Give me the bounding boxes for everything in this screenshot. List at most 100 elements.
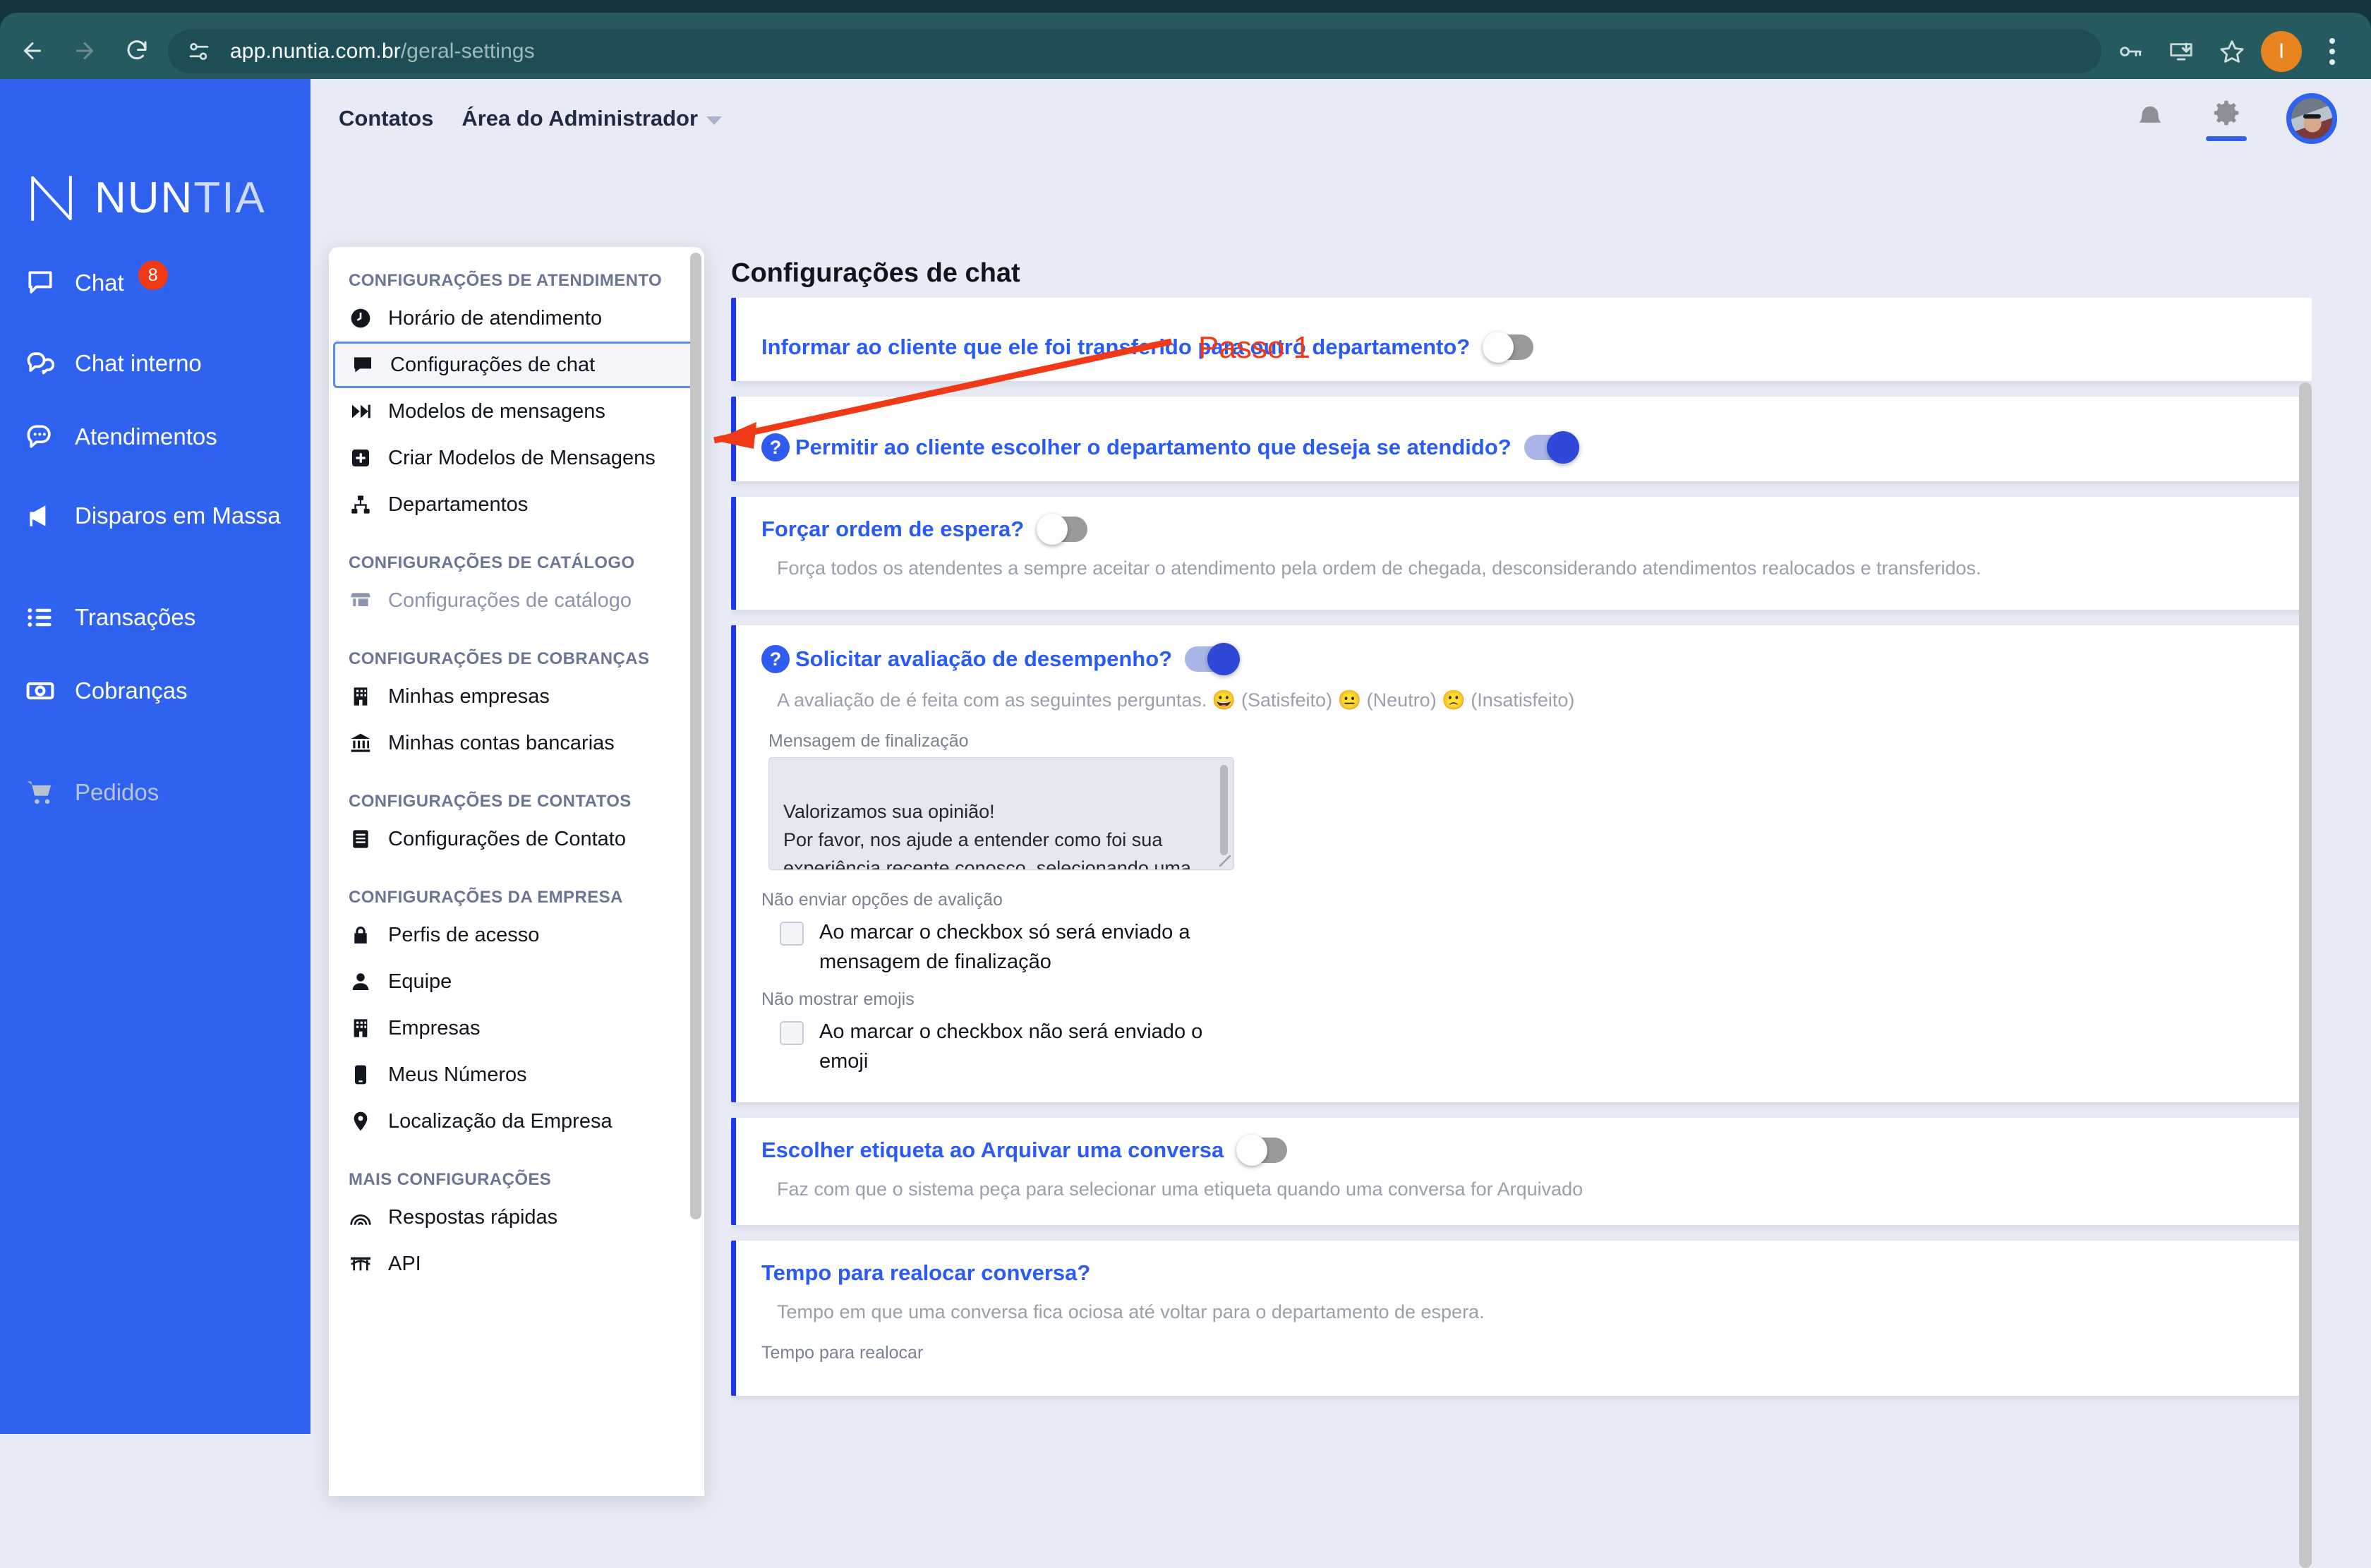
lock-icon — [349, 923, 373, 947]
menu-item-perfis-de-acesso[interactable]: Perfis de acesso — [333, 912, 700, 958]
toggle-informar-transferencia[interactable] — [1483, 332, 1534, 363]
browser-chrome: app.nuntia.com.br/geral-settings I — [0, 0, 2371, 79]
menu-item-equipe[interactable]: Equipe — [333, 958, 700, 1005]
sidebar-item-cobrancas[interactable]: Cobranças — [24, 668, 292, 714]
avatar[interactable] — [2286, 93, 2337, 144]
menu-item-label: Configurações de Contato — [388, 827, 626, 850]
help-icon[interactable]: ? — [761, 433, 790, 462]
topbar-link-contatos[interactable]: Contatos — [339, 106, 433, 131]
chrome-profile-avatar[interactable]: I — [2261, 31, 2302, 72]
page-title: Configurações de chat — [731, 258, 1020, 288]
star-icon[interactable] — [2212, 31, 2252, 72]
menu-item-label: API — [388, 1252, 421, 1275]
toggle-solicitar-avaliacao[interactable] — [1185, 643, 1241, 675]
sidebar-item-atendimentos[interactable]: Atendimentos — [24, 414, 292, 460]
menu-item-label: Departamentos — [388, 493, 529, 516]
checkbox-row-nao-mostrar-emojis[interactable]: Ao marcar o checkbox não será enviado o … — [780, 1017, 2283, 1076]
sidebar-item-chat-interno[interactable]: Chat interno — [24, 340, 292, 387]
key-icon[interactable] — [2110, 31, 2151, 72]
top-bar-actions — [2134, 93, 2337, 144]
menu-item-modelos-de-mensagens[interactable]: Modelos de mensagens — [333, 388, 700, 435]
sidebar-item-label: Atendimentos — [75, 423, 217, 450]
settings-section-title: MAIS CONFIGURAÇÕES — [349, 1170, 552, 1189]
reload-icon[interactable] — [117, 31, 157, 71]
checkbox-nao-enviar-opcoes[interactable] — [780, 922, 804, 946]
menu-item-label: Empresas — [388, 1016, 481, 1039]
menu-item-criar-modelos-de-mensagens[interactable]: Criar Modelos de Mensagens — [333, 435, 700, 481]
topbar-admin-area-dropdown[interactable]: Área do Administrador — [461, 106, 723, 131]
finalization-message-textarea[interactable]: Valorizamos sua opinião! Por favor, nos … — [768, 757, 1234, 870]
omnibox-url-text: app.nuntia.com.br/geral-settings — [230, 40, 535, 64]
rainbow-icon — [349, 1205, 373, 1229]
main-content: Configurações de chat Informar ao client… — [721, 158, 2337, 1568]
phone-icon — [349, 1063, 373, 1087]
checkbox-row-nao-enviar-opcoes[interactable]: Ao marcar o checkbox só será enviado a m… — [780, 917, 2283, 977]
sidebar-item-disparos-em-massa[interactable]: Disparos em Massa — [24, 493, 292, 539]
settings-section-title: CONFIGURAÇÕES DE COBRANÇAS — [349, 649, 650, 668]
three-dot-menu-icon[interactable] — [2316, 31, 2348, 72]
megaphone-icon — [24, 500, 56, 532]
sidebar-item-chat[interactable]: Chat 8 — [24, 260, 292, 306]
setting-title: Permitir ao cliente escolher o departame… — [795, 435, 1512, 459]
menu-item-minhas-contas-bancarias[interactable]: Minhas contas bancarias — [333, 720, 700, 766]
sidebar-item-label: Pedidos — [75, 779, 159, 805]
settings-section-title: CONFIGURAÇÕES DE CONTATOS — [349, 792, 632, 811]
sidebar-item-label: Transações — [75, 604, 196, 630]
chat-unread-badge: 8 — [138, 260, 168, 290]
settings-menu-panel: CONFIGURAÇÕES DE ATENDIMENTO Horário de … — [329, 247, 704, 1496]
forward-arrow-icon[interactable] — [65, 31, 104, 71]
menu-item-minhas-empresas[interactable]: Minhas empresas — [333, 673, 700, 720]
menu-item-empresas[interactable]: Empresas — [333, 1005, 700, 1051]
settings-panel-scrollbar-thumb[interactable] — [690, 253, 701, 1219]
site-settings-icon[interactable] — [186, 39, 212, 64]
url-path: /geral-settings — [400, 40, 535, 63]
menu-item-label: Configurações de catálogo — [388, 589, 632, 612]
chat-dots-icon — [24, 421, 56, 453]
menu-item-meus-numeros[interactable]: Meus Números — [333, 1051, 700, 1098]
menu-item-label: Criar Modelos de Mensagens — [388, 446, 656, 469]
menu-item-localizacao-da-empresa[interactable]: Localização da Empresa — [333, 1098, 700, 1145]
list-icon — [24, 601, 56, 634]
menu-item-configuracoes-de-chat[interactable]: Configurações de chat — [333, 342, 700, 388]
help-icon[interactable]: ? — [761, 645, 790, 673]
brand-name: NUNTIA — [95, 176, 266, 220]
gear-icon[interactable] — [2210, 97, 2243, 129]
main-scrollbar-thumb[interactable] — [2299, 382, 2312, 1568]
chat-square-icon — [351, 353, 375, 377]
install-app-icon[interactable] — [2161, 31, 2202, 72]
toggle-escolher-etiqueta[interactable] — [1236, 1135, 1288, 1166]
textarea-scrollbar-thumb[interactable] — [1220, 765, 1228, 855]
toggle-escolher-departamento[interactable] — [1524, 431, 1579, 464]
textarea-resize-grip[interactable] — [1219, 855, 1231, 867]
menu-item-departamentos[interactable]: Departamentos — [333, 481, 700, 528]
brand-name-light: TIA — [193, 174, 266, 222]
menu-item-label: Localização da Empresa — [388, 1109, 613, 1133]
setting-card-informar-transferencia: Informar ao cliente que ele foi transfer… — [731, 298, 2312, 381]
gear-icon-wrapper[interactable] — [2206, 97, 2247, 141]
sidebar-item-pedidos[interactable]: Pedidos — [24, 769, 292, 816]
checkbox-label: Ao marcar o checkbox não será enviado o … — [819, 1020, 1203, 1073]
sidebar-item-transacoes[interactable]: Transações — [24, 594, 292, 641]
checkbox-nao-mostrar-emojis[interactable] — [780, 1021, 804, 1045]
menu-item-horario-de-atendimento[interactable]: Horário de atendimento — [333, 295, 700, 342]
menu-item-label: Configurações de chat — [390, 353, 596, 376]
menu-item-configuracoes-de-catalogo[interactable]: Configurações de catálogo — [333, 577, 700, 624]
bank-icon — [349, 731, 373, 755]
setting-description: Faz com que o sistema peça para selecion… — [777, 1178, 1583, 1200]
textarea-value: Valorizamos sua opinião! Por favor, nos … — [783, 801, 1191, 870]
menu-item-configuracoes-de-contato[interactable]: Configurações de Contato — [333, 816, 700, 862]
back-arrow-icon[interactable] — [13, 31, 52, 71]
toggle-forcar-ordem-espera[interactable] — [1037, 514, 1088, 545]
setting-description: Força todos os atendentes a sempre aceit… — [777, 557, 1981, 579]
setting-card-forcar-ordem-espera: Forçar ordem de espera? Força todos os a… — [731, 497, 2312, 610]
setting-title: Forçar ordem de espera? — [761, 517, 1025, 541]
bell-icon[interactable] — [2134, 102, 2166, 135]
checkbox-group-label-avalicao: Não enviar opções de avalição — [761, 890, 1003, 910]
address-bar[interactable]: app.nuntia.com.br/geral-settings — [168, 30, 2101, 73]
address-book-icon — [349, 827, 373, 851]
topbar-admin-label: Área do Administrador — [461, 106, 699, 131]
menu-item-label: Equipe — [388, 970, 452, 993]
menu-item-respostas-rapidas[interactable]: Respostas rápidas — [333, 1194, 700, 1241]
menu-item-api[interactable]: API — [333, 1241, 700, 1287]
top-bar: Contatos Área do Administrador — [310, 79, 2371, 158]
